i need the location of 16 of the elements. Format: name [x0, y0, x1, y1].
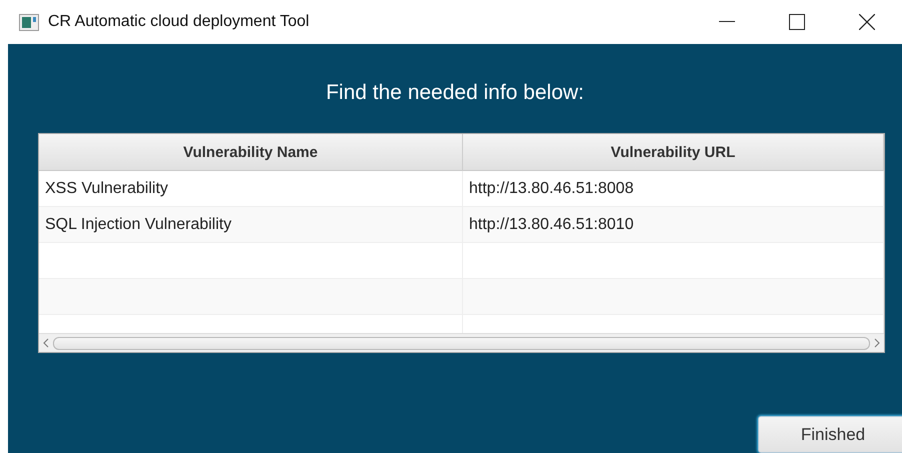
app-icon	[19, 14, 39, 30]
table-cell: http://13.80.46.51:8008	[463, 171, 884, 207]
close-icon	[859, 14, 875, 30]
heading: Find the needed info below:	[324, 81, 586, 105]
column-header[interactable]: Vulnerability Name	[39, 134, 463, 171]
minimize-icon	[719, 21, 735, 23]
table-cell: http://13.80.46.51:8010	[463, 207, 884, 243]
table-cell: SQL Injection Vulnerability	[39, 207, 463, 243]
scroll-left-icon	[43, 338, 49, 348]
maximize-icon	[789, 14, 805, 30]
scroll-right-icon	[874, 338, 880, 348]
column-header[interactable]: Vulnerability URL	[463, 134, 884, 171]
horizontal-scrollbar[interactable]	[39, 333, 884, 352]
finished-button[interactable]: Finished	[758, 416, 902, 453]
table-cell: XSS Vulnerability	[39, 171, 463, 207]
window-title: CR Automatic cloud deployment Tool	[48, 13, 310, 31]
